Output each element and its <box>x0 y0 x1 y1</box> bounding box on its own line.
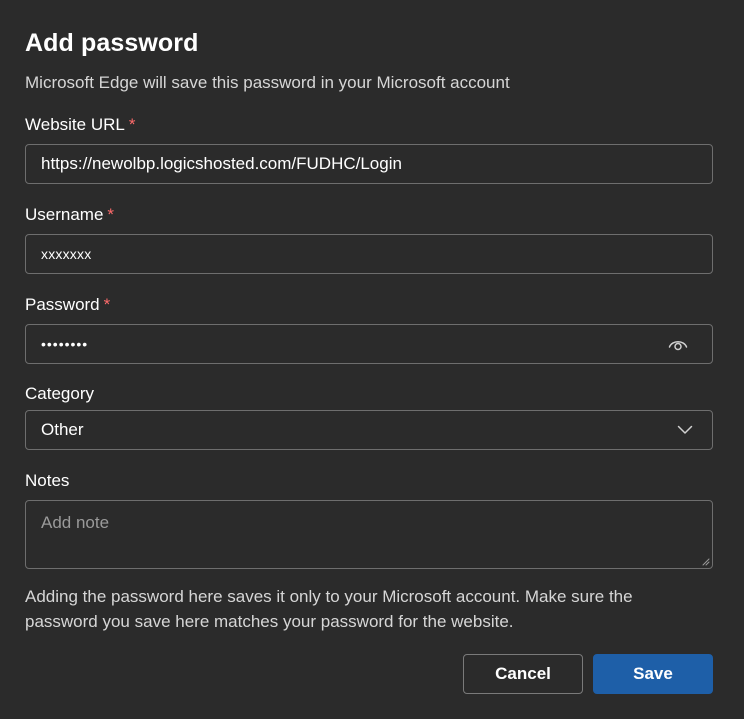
category-value: Other <box>41 420 84 439</box>
username-label: Username * <box>25 205 114 225</box>
chevron-down-icon <box>675 420 695 440</box>
website-url-input[interactable]: https://newolbp.logicshosted.com/FUDHC/L… <box>25 144 713 184</box>
save-button[interactable]: Save <box>593 654 713 694</box>
notes-label: Notes <box>25 471 69 491</box>
username-label-text: Username <box>25 205 104 224</box>
add-password-dialog: Add password Microsoft Edge will save th… <box>0 0 744 719</box>
website-url-label-text: Website URL <box>25 115 125 134</box>
notes-placeholder: Add note <box>41 513 110 532</box>
website-url-label: Website URL * <box>25 115 135 135</box>
required-mark: * <box>107 205 115 224</box>
notes-textarea[interactable]: Add note <box>25 500 713 569</box>
username-value: xxxxxxx <box>41 246 92 262</box>
notes-label-text: Notes <box>25 471 70 490</box>
dialog-subtitle: Microsoft Edge will save this password i… <box>25 73 510 92</box>
password-input[interactable]: •••••••• <box>25 324 713 364</box>
category-label: Category <box>25 384 94 404</box>
category-select[interactable]: Other <box>25 410 713 450</box>
resize-handle-icon[interactable] <box>700 556 710 566</box>
password-value: •••••••• <box>41 336 89 352</box>
eye-icon[interactable] <box>667 333 689 355</box>
password-label-text: Password <box>25 295 100 314</box>
username-input[interactable]: xxxxxxx <box>25 234 713 274</box>
dialog-title: Add password <box>25 29 199 57</box>
cancel-button[interactable]: Cancel <box>463 654 583 694</box>
required-mark: * <box>128 115 136 134</box>
category-label-text: Category <box>25 384 94 403</box>
required-mark: * <box>103 295 111 314</box>
password-label: Password * <box>25 295 110 315</box>
website-url-value: https://newolbp.logicshosted.com/FUDHC/L… <box>41 154 402 173</box>
help-text: Adding the password here saves it only t… <box>25 587 633 631</box>
